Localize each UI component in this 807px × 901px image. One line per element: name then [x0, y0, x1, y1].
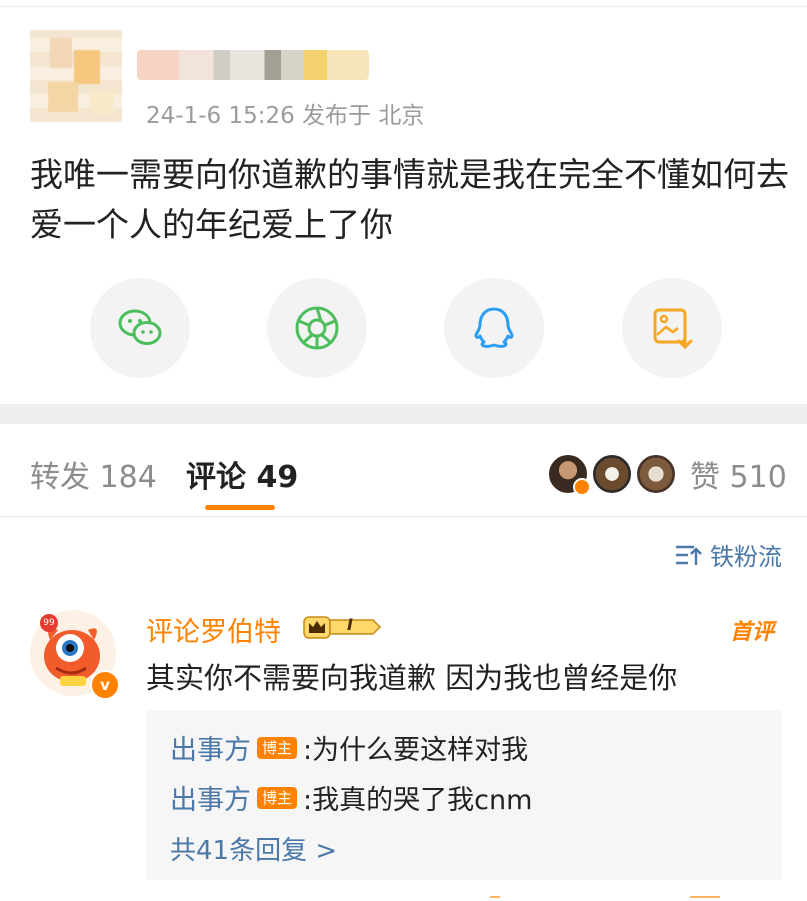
reply-author[interactable]: 出事方 — [170, 728, 251, 767]
comment-text: 其实你不需要向我道歉 因为我也曾经是你 — [146, 661, 678, 695]
more-replies-link[interactable]: 共41条回复 > — [170, 830, 337, 867]
tab-repost[interactable]: 转发 184 — [30, 452, 157, 496]
tabs-divider — [0, 516, 807, 517]
sort-label: 铁粉流 — [710, 543, 782, 571]
wechat-icon — [118, 309, 162, 345]
author-avatar[interactable] — [30, 30, 122, 122]
share-moments-button[interactable] — [267, 278, 367, 378]
reply-text: :我真的哭了我cnm — [303, 785, 533, 816]
save-image-icon — [653, 308, 693, 350]
bottom-edge-fragment — [490, 896, 720, 898]
post-meta: 24-1-6 15:26 发布于 北京 — [146, 103, 425, 129]
replies-box[interactable]: 出事方 博主 :为什么要这样对我 出事方 博主 :我真的哭了我cnm 共41条回… — [146, 710, 782, 880]
tab-likes[interactable]: 赞 510 — [690, 452, 787, 496]
top-divider — [0, 6, 807, 7]
section-divider — [0, 404, 807, 424]
crown-icon — [303, 616, 382, 639]
sort-button[interactable]: 铁粉流 — [674, 537, 782, 572]
reply-text: :为什么要这样对我 — [303, 735, 529, 766]
first-comment-badge: 首评 — [730, 620, 775, 645]
commenter-name[interactable]: 评论罗伯特 — [146, 610, 281, 649]
moments-icon — [295, 306, 339, 350]
tab-comment[interactable]: 评论 49 — [186, 452, 298, 496]
reply-author[interactable]: 出事方 — [170, 778, 251, 817]
save-image-button[interactable] — [622, 278, 722, 378]
share-wechat-button[interactable] — [90, 278, 190, 378]
reply-item[interactable]: 出事方 博主 :为什么要这样对我 — [170, 728, 528, 767]
fan-level-text: I — [347, 615, 353, 634]
reply-item[interactable]: 出事方 博主 :我真的哭了我cnm — [170, 778, 532, 817]
blogger-badge: 博主 — [257, 786, 298, 809]
post-text: 我唯一需要向你道歉的事情就是我在完全不懂如何去爱一个人的年纪爱上了你 — [30, 155, 789, 244]
author-name-blurred[interactable] — [137, 50, 369, 80]
blogger-badge: 博主 — [257, 736, 298, 759]
sort-icon — [676, 545, 702, 565]
qq-icon — [474, 307, 514, 348]
liker-avatar[interactable] — [635, 453, 677, 495]
fan-level-badge[interactable]: I — [303, 614, 383, 640]
share-qq-button[interactable] — [444, 278, 544, 378]
verified-v-icon: v — [90, 670, 120, 700]
tab-active-indicator — [205, 505, 275, 510]
avatar-badge: 99 — [40, 614, 58, 632]
commenter-avatar[interactable]: 99 v — [30, 610, 120, 700]
verified-badge-icon — [573, 478, 591, 496]
liker-avatar[interactable] — [591, 453, 633, 495]
